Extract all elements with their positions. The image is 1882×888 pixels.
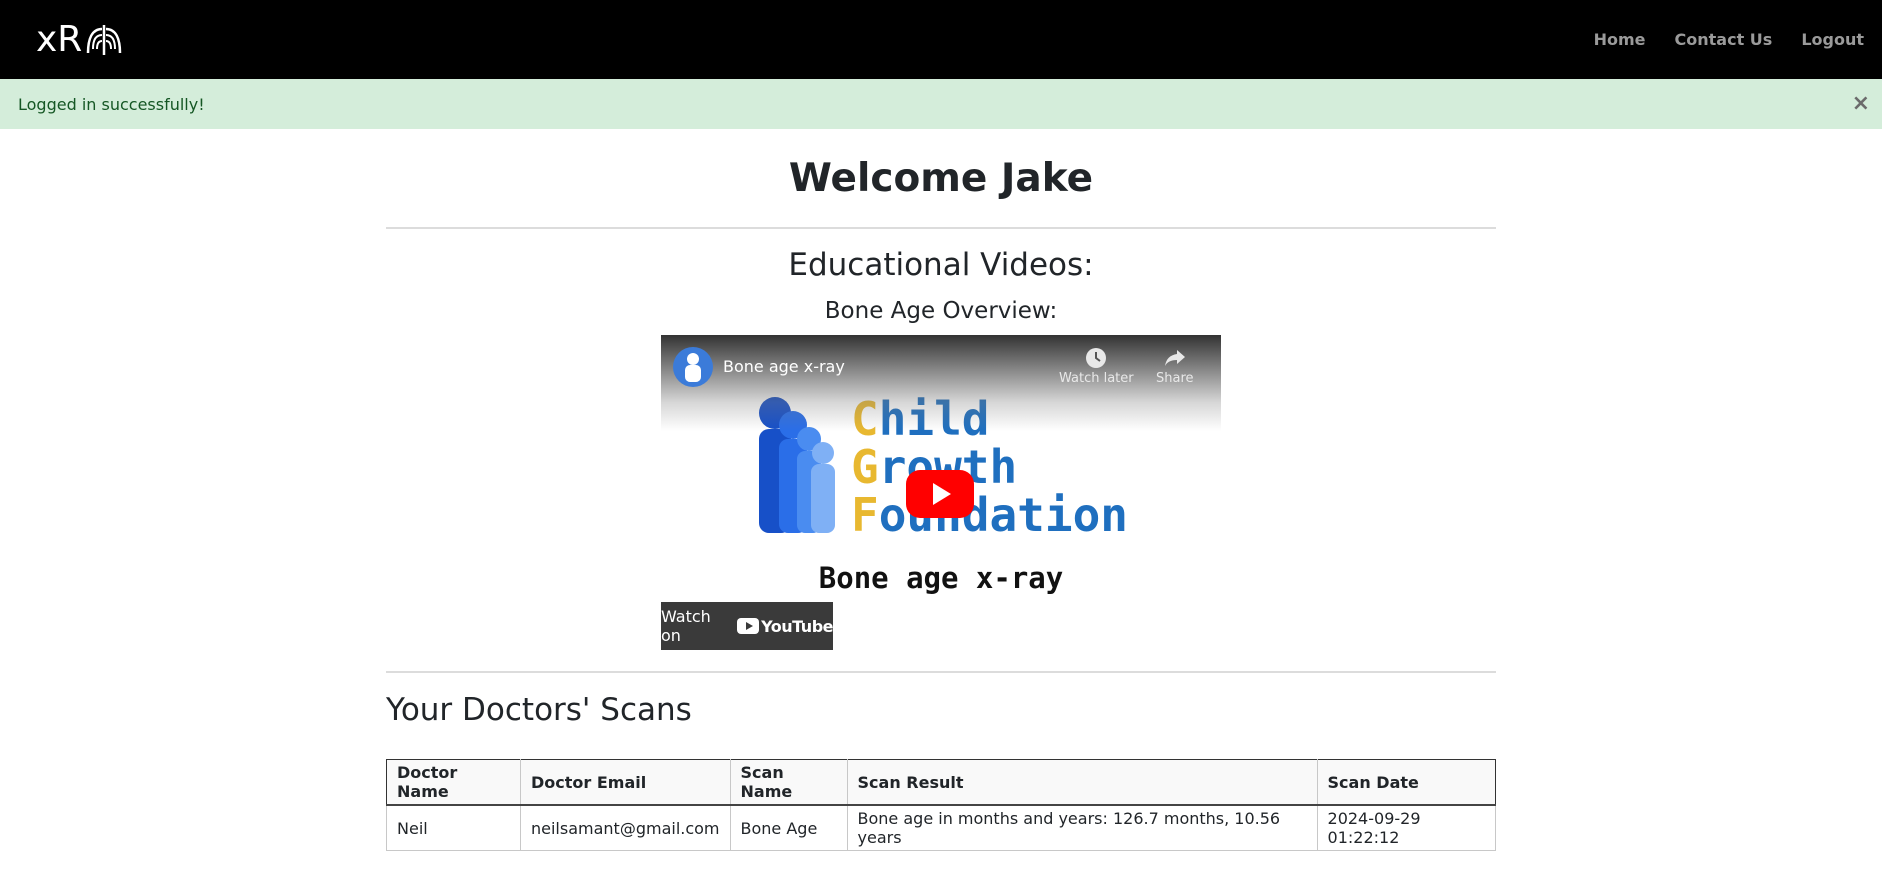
col-scan-date: Scan Date — [1316, 759, 1497, 806]
main-content: Welcome Jake Educational Videos: Bone Ag… — [386, 129, 1497, 851]
share-label: Share — [1156, 371, 1194, 386]
brand-logo[interactable]: xR — [36, 19, 124, 60]
play-button[interactable] — [906, 470, 974, 518]
watch-on-label: Watch on — [661, 607, 711, 645]
nav-links: Home Contact Us Logout — [1565, 30, 1864, 49]
success-alert: Logged in successfully! × — [0, 79, 1882, 129]
divider — [386, 671, 1496, 673]
nav-home-link[interactable]: Home — [1594, 30, 1646, 49]
close-icon[interactable]: × — [1852, 93, 1870, 115]
col-doctor-email: Doctor Email — [520, 759, 731, 806]
cell-scan-name: Bone Age — [729, 804, 848, 851]
youtube-play-icon — [737, 618, 760, 634]
scans-heading: Your Doctors' Scans — [386, 692, 692, 728]
alert-message: Logged in successfully! — [18, 94, 205, 114]
cell-doctor-name: Neil — [386, 804, 521, 851]
video-section-heading: Bone Age Overview: — [824, 298, 1058, 324]
youtube-wordmark: YouTube — [761, 616, 833, 636]
ribcage-icon — [87, 24, 122, 55]
page-title: Welcome Jake — [788, 156, 1094, 201]
youtube-logo: YouTube — [737, 617, 833, 636]
table-row: Neil neilsamant@gmail.com Bone Age Bone … — [386, 804, 1497, 851]
divider — [386, 227, 1496, 229]
share-icon — [1156, 347, 1194, 371]
channel-avatar[interactable] — [673, 347, 713, 387]
cell-doctor-email: neilsamant@gmail.com — [520, 804, 731, 851]
logo-letter-g: G — [851, 440, 879, 494]
watch-later-button[interactable]: Watch later — [1059, 347, 1134, 386]
col-scan-result: Scan Result — [846, 759, 1318, 806]
video-embed[interactable]: Child Growth Foundation Bone age x-ray W… — [661, 335, 1221, 650]
nav-logout-link[interactable]: Logout — [1801, 30, 1864, 49]
navbar: xR Home Contact Us Logout — [0, 0, 1882, 79]
video-caption: Bone age x-ray — [818, 561, 1064, 595]
clock-icon — [1059, 347, 1134, 371]
col-doctor-name: Doctor Name — [386, 759, 521, 806]
video-title[interactable]: Bone age x-ray — [723, 357, 845, 376]
brand-text: xR — [36, 19, 83, 60]
cell-scan-result: Bone age in months and years: 126.7 mont… — [846, 804, 1318, 851]
watch-later-label: Watch later — [1059, 371, 1134, 386]
nav-contact-link[interactable]: Contact Us — [1675, 30, 1773, 49]
share-button[interactable]: Share — [1156, 347, 1194, 386]
watch-on-youtube-button[interactable]: Watch on YouTube — [661, 602, 833, 650]
educational-videos-heading: Educational Videos: — [788, 247, 1094, 283]
scans-table: Doctor Name Doctor Email Scan Name Scan … — [386, 759, 1497, 851]
table-header-row: Doctor Name Doctor Email Scan Name Scan … — [386, 759, 1497, 806]
col-scan-name: Scan Name — [729, 759, 848, 806]
video-top-bar — [661, 335, 1221, 431]
cell-scan-date: 2024-09-29 01:22:12 — [1316, 804, 1497, 851]
person-icon — [685, 353, 701, 382]
logo-letter-f: F — [851, 488, 879, 542]
